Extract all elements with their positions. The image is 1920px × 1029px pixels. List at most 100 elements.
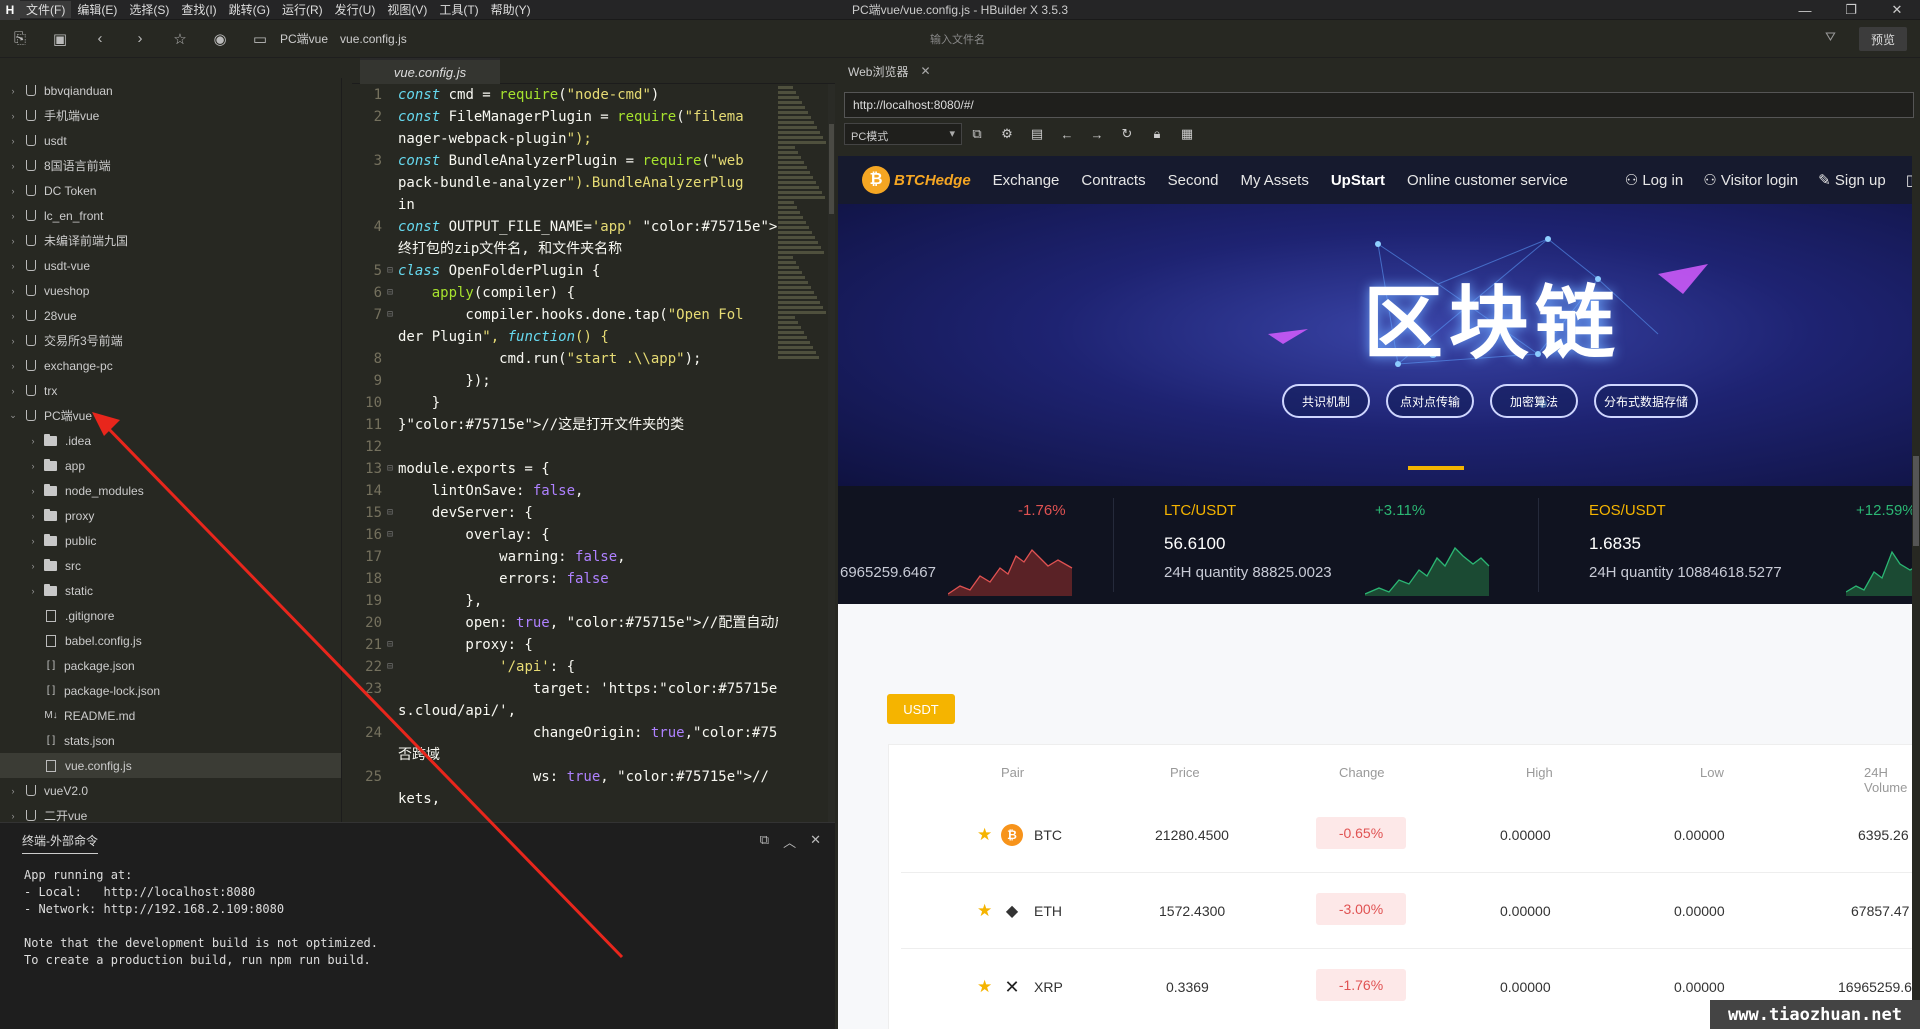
star-icon[interactable]: ☆ [160, 30, 200, 48]
breadcrumb-file[interactable]: vue.config.js [340, 32, 407, 46]
menu-select[interactable]: 选择(S) [123, 1, 175, 18]
menu-publish[interactable]: 发行(U) [329, 1, 382, 18]
minimap[interactable] [778, 84, 828, 374]
chevron-icon[interactable]: › [6, 336, 20, 346]
tree-item[interactable]: › .idea [0, 428, 341, 453]
tree-item[interactable]: › proxy [0, 503, 341, 528]
code-line[interactable]: 终打包的zip文件名, 和文件夹名称 [352, 238, 778, 260]
code-line[interactable]: 14 lintOnSave: false, [352, 480, 778, 502]
code-line[interactable]: 21 ⊟ proxy: { [352, 634, 778, 656]
terminal-tab[interactable]: 终端-外部命令 [22, 832, 98, 854]
chevron-icon[interactable]: › [26, 461, 40, 471]
code-line[interactable]: 18 errors: false [352, 568, 778, 590]
tree-item[interactable]: › public [0, 528, 341, 553]
tree-item[interactable]: › static [0, 578, 341, 603]
save-icon[interactable]: ▣ [40, 30, 80, 48]
tree-item[interactable]: › DC Token [0, 178, 341, 203]
chevron-icon[interactable]: › [26, 511, 40, 521]
nav-second[interactable]: Second [1168, 172, 1219, 189]
chevron-icon[interactable]: › [26, 486, 40, 496]
tree-item[interactable]: [ ] stats.json [0, 728, 341, 753]
code-line[interactable]: 20 open: true, "color:#75715e">//配置自动启动浏… [352, 612, 778, 634]
menu-run[interactable]: 运行(R) [276, 1, 329, 18]
tree-item[interactable]: › bbvqianduan [0, 78, 341, 103]
market-tab-usdt[interactable]: USDT [887, 694, 955, 724]
fold-icon[interactable]: ⊟ [382, 304, 398, 326]
tree-item[interactable]: › 交易所3号前端 [0, 328, 341, 353]
tree-item[interactable]: › lc_en_front [0, 203, 341, 228]
code-line[interactable]: 17 warning: false, [352, 546, 778, 568]
code-line[interactable]: 8 cmd.run("start .\\app"); [352, 348, 778, 370]
code-line[interactable]: 1 const cmd = require("node-cmd") [352, 84, 778, 106]
nav-exchange[interactable]: Exchange [993, 172, 1060, 189]
code-line[interactable]: 5 ⊟ class OpenFolderPlugin { [352, 260, 778, 282]
code-line[interactable]: 23 target: 'https:"color:#75715e">//jys.… [352, 678, 778, 700]
tree-item[interactable]: › 手机端vue [0, 103, 341, 128]
fold-icon[interactable]: ⊟ [382, 458, 398, 480]
tree-item[interactable]: › app [0, 453, 341, 478]
minimize-icon[interactable]: — [1782, 0, 1828, 20]
filter-icon[interactable]: ⛛ [1825, 29, 1836, 45]
restore-icon[interactable]: ❐ [1828, 0, 1874, 20]
tree-item[interactable]: › 8国语言前端 [0, 153, 341, 178]
back-arrow-icon[interactable]: ← [1052, 127, 1082, 142]
code-line[interactable]: 25 ws: true, "color:#75715e">// proxy we… [352, 766, 778, 788]
code-line[interactable]: pack-bundle-analyzer").BundleAnalyzerPlu… [352, 172, 778, 194]
tree-item[interactable]: M↓ README.md [0, 703, 341, 728]
menu-help[interactable]: 帮助(Y) [485, 1, 537, 18]
tree-item[interactable]: › 28vue [0, 303, 341, 328]
tree-item[interactable]: › usdt [0, 128, 341, 153]
chevron-icon[interactable]: › [26, 561, 40, 571]
code-line[interactable]: 否跨域 [352, 744, 778, 766]
code-line[interactable]: kets, [352, 788, 778, 810]
signup-link[interactable]: ✎ Sign up [1818, 171, 1886, 189]
chevron-icon[interactable]: › [6, 286, 20, 296]
table-row[interactable]: ★ ₿ BTC 21280.4500 -0.65% 0.00000 0.0000… [901, 797, 1920, 873]
code-line[interactable]: der Plugin", function() { [352, 326, 778, 348]
tree-item[interactable]: › vueshop [0, 278, 341, 303]
chevron-icon[interactable]: › [6, 86, 20, 96]
tree-item[interactable]: .gitignore [0, 603, 341, 628]
ticker-card[interactable]: LTC/USDT +3.11% 56.6100 24H quantity 888… [1163, 486, 1503, 604]
file-search-input[interactable]: 输入文件名 [930, 31, 985, 47]
chevron-icon[interactable]: › [26, 586, 40, 596]
code-line[interactable]: 13 ⊟ module.exports = { [352, 458, 778, 480]
chevron-icon[interactable]: ⌄ [6, 410, 20, 421]
hero-banner[interactable]: 区块链 共识机制 点对点传输 加密算法 分布式数据存储 [838, 204, 1920, 486]
code-line[interactable]: nager-webpack-plugin"); [352, 128, 778, 150]
menu-view[interactable]: 视图(V) [381, 1, 433, 18]
run-icon[interactable]: ◉ [200, 30, 240, 48]
code-editor[interactable]: 1 const cmd = require("node-cmd") 2 const F… [352, 84, 778, 822]
chevron-icon[interactable]: › [6, 786, 20, 796]
settings-icon[interactable]: ⚙ [992, 126, 1022, 142]
tree-item[interactable]: › usdt-vue [0, 253, 341, 278]
url-input[interactable]: http://localhost:8080/#/ [844, 92, 1914, 118]
chevron-icon[interactable]: › [6, 236, 20, 246]
tree-item[interactable]: › node_modules [0, 478, 341, 503]
chevron-icon[interactable]: › [6, 386, 20, 396]
code-line[interactable]: 11}"color:#75715e">//这是打开文件夹的类 [352, 414, 778, 436]
chevron-icon[interactable]: › [6, 111, 20, 121]
code-line[interactable]: s.cloud/api/', [352, 700, 778, 722]
menu-tools[interactable]: 工具(T) [433, 1, 484, 18]
open-new-icon[interactable]: ⧉ [962, 126, 992, 142]
nav-support[interactable]: Online customer service [1407, 172, 1568, 189]
chevron-icon[interactable]: › [6, 261, 20, 271]
code-line[interactable]: in [352, 194, 778, 216]
code-line[interactable]: 24 changeOrigin: true,"color:#75715e">//… [352, 722, 778, 744]
fold-icon[interactable]: ⊟ [382, 282, 398, 304]
chevron-icon[interactable]: › [6, 211, 20, 221]
code-line[interactable]: 2 const FileManagerPlugin = require("file… [352, 106, 778, 128]
tree-item[interactable]: babel.config.js [0, 628, 341, 653]
back-icon[interactable]: ‹ [80, 30, 120, 47]
chevron-icon[interactable]: › [6, 361, 20, 371]
ticker-card[interactable]: EOS/USDT +12.59% 1.6835 24H quantity 108… [1588, 486, 1920, 604]
lock-icon[interactable]: 🔒︎ [1142, 126, 1172, 142]
browser-scrollbar[interactable] [1912, 156, 1920, 1029]
chevron-icon[interactable]: › [26, 436, 40, 446]
favorite-star-icon[interactable]: ★ [977, 977, 992, 997]
visitor-login-link[interactable]: ⚇ Visitor login [1703, 171, 1798, 189]
favorite-star-icon[interactable]: ★ [977, 901, 992, 921]
code-line[interactable]: 7 ⊟ compiler.hooks.done.tap("Open Fol [352, 304, 778, 326]
tree-item[interactable]: [ ] package.json [0, 653, 341, 678]
